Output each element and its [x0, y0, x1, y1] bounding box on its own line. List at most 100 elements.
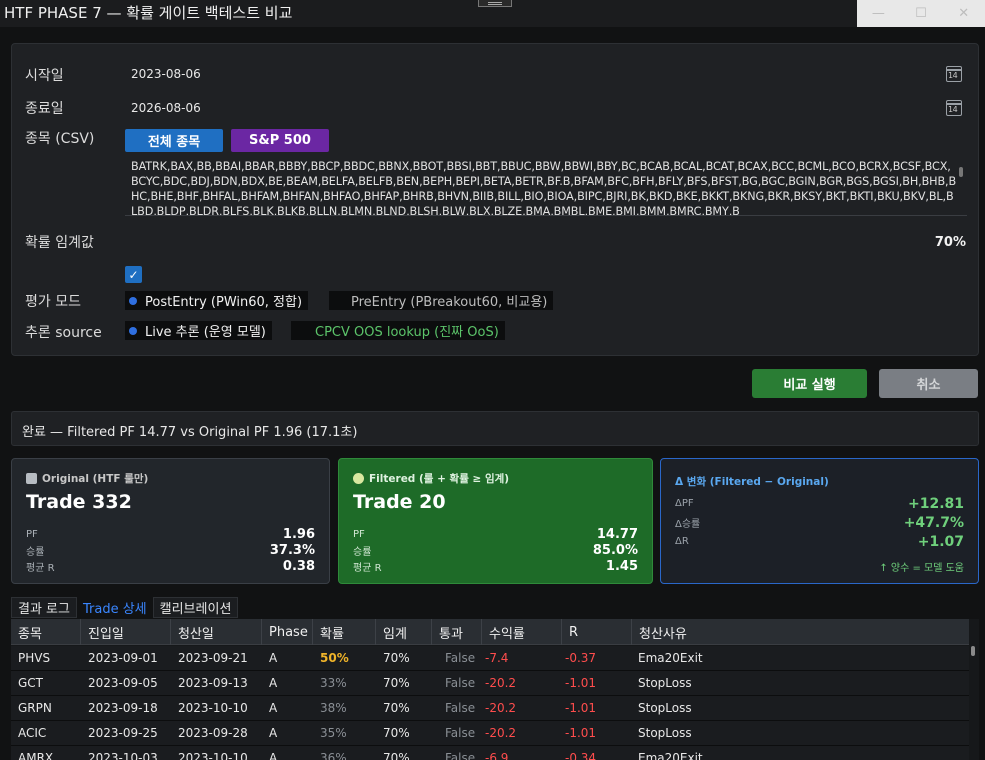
tab-result-log[interactable]: 결과 로그 — [11, 597, 77, 618]
calendar-icon[interactable]: 14 — [946, 66, 962, 82]
cell-entry-date: 2023-10-03 — [88, 751, 158, 760]
radio-preentry-label: PreEntry (PBreakout60, 비교용) — [351, 295, 548, 310]
column-header[interactable]: 임계 — [376, 619, 432, 645]
end-date-field[interactable]: 2026-08-06 — [131, 101, 201, 115]
stat-value: 1.96 — [282, 526, 315, 542]
column-header[interactable]: 통과 — [432, 619, 482, 645]
column-header[interactable]: 청산일 — [171, 619, 262, 645]
column-header[interactable]: R — [562, 619, 632, 645]
delta-row: ΔR +1.07 — [675, 532, 964, 551]
cell-threshold: 70% — [383, 676, 410, 690]
eval-mode-label: 평가 모드 — [25, 294, 81, 310]
delta-key: Δ승률 — [675, 519, 701, 530]
radio-postentry[interactable]: PostEntry (PWin60, 정합) — [125, 291, 309, 310]
table-row[interactable]: ACIC 2023-09-25 2023-09-28 A 35% 70% False -20.… — [11, 721, 969, 746]
stat-row: 평균 R 1.45 — [353, 558, 638, 574]
cell-exit-reason: Ema20Exit — [638, 651, 703, 665]
stat-row: PF 1.96 — [26, 526, 315, 542]
start-date-field[interactable]: 2023-08-06 — [131, 67, 201, 81]
cell-probability: 33% — [320, 676, 347, 690]
stat-value: 0.38 — [282, 558, 315, 574]
cell-probability: 50% — [320, 651, 349, 665]
radio-live-label: Live 추론 (운영 모델) — [145, 325, 266, 340]
cell-threshold: 70% — [383, 751, 410, 760]
cell-exit-reason: StopLoss — [638, 676, 692, 690]
original-header-text: Original (HTF 룰만) — [42, 472, 149, 485]
column-header[interactable]: 확률 — [313, 619, 376, 645]
cell-phase: A — [269, 651, 278, 665]
radio-live[interactable]: Live 추론 (운영 모델) — [125, 321, 272, 340]
cell-exit-reason: StopLoss — [638, 726, 692, 740]
cell-return: -20.2 — [485, 676, 517, 690]
cell-entry-date: 2023-09-01 — [88, 651, 158, 665]
cell-symbol: GRPN — [18, 701, 52, 715]
cell-exit-date: 2023-10-10 — [178, 751, 248, 760]
cell-phase: A — [269, 726, 278, 740]
run-compare-button[interactable]: 비교 실행 — [752, 369, 867, 398]
window-title: HTF PHASE 7 — 확률 게이트 백테스트 비교 — [4, 4, 293, 22]
stat-row: PF 14.77 — [353, 526, 638, 542]
stat-key: 승률 — [26, 546, 45, 558]
cell-entry-date: 2023-09-25 — [88, 726, 158, 740]
cell-pass: False — [445, 651, 476, 665]
end-date-label: 종료일 — [25, 101, 64, 117]
delta-footer-note: ↑ 양수 = 모델 도움 — [879, 563, 964, 574]
cancel-button[interactable]: 취소 — [879, 369, 978, 398]
minimize-icon[interactable]: — — [857, 0, 900, 27]
delta-row: Δ승률 +47.7% — [675, 513, 964, 532]
symbols-csv-text: BATRK,BAX,BB,BBAI,BBAR,BBBY,BBCP,BBDC,BB… — [131, 160, 957, 216]
cell-r: -0.37 — [565, 651, 597, 665]
cell-threshold: 70% — [383, 701, 410, 715]
chart-icon — [26, 472, 37, 484]
filtered-card-header: Filtered (룰 + 확률 ≥ 임계) — [353, 471, 638, 485]
delta-key: ΔPF — [675, 498, 694, 509]
column-header[interactable]: 진입일 — [81, 619, 171, 645]
sp500-button[interactable]: S&P 500 — [231, 129, 329, 152]
radio-cpcv[interactable]: CPCV OOS lookup (진짜 OoS) — [291, 321, 505, 340]
all-symbols-button[interactable]: 전체 종목 — [125, 129, 223, 152]
title-bar: HTF PHASE 7 — 확률 게이트 백테스트 비교 — ☐ ✕ — [0, 0, 985, 27]
cell-symbol: PHVS — [18, 651, 51, 665]
tab-trade-detail[interactable]: Trade 상세 — [77, 597, 153, 618]
maximize-icon[interactable]: ☐ — [900, 0, 943, 27]
tab-calibration[interactable]: 캘리브레이션 — [152, 597, 239, 618]
cell-probability: 36% — [320, 751, 347, 760]
table-row[interactable]: GRPN 2023-09-18 2023-10-10 A 38% 70% False -20.… — [11, 696, 969, 721]
column-header[interactable]: 청산사유 — [632, 619, 969, 645]
window-controls: — ☐ ✕ — [857, 0, 985, 27]
cell-exit-date: 2023-09-13 — [178, 676, 248, 690]
stat-key: PF — [26, 528, 38, 540]
settings-panel: 시작일 2023-08-06 14 종료일 2026-08-06 14 종목 (… — [11, 43, 979, 356]
option-checkbox[interactable]: ✓ — [125, 266, 142, 283]
cell-entry-date: 2023-09-18 — [88, 701, 158, 715]
radio-selected-icon — [129, 326, 137, 335]
calendar-day-text: 14 — [948, 105, 958, 114]
column-header[interactable]: 수익률 — [482, 619, 562, 645]
column-header[interactable]: Phase — [262, 619, 313, 645]
radio-preentry[interactable]: PreEntry (PBreakout60, 비교용) — [329, 291, 554, 310]
stat-key: 평균 R — [26, 562, 55, 574]
table-row[interactable]: GCT 2023-09-05 2023-09-13 A 33% 70% False -20.2… — [11, 671, 969, 696]
cell-pass: False — [445, 676, 476, 690]
cell-exit-date: 2023-09-28 — [178, 726, 248, 740]
cell-phase: A — [269, 701, 278, 715]
stat-value: 1.45 — [605, 558, 638, 574]
close-icon[interactable]: ✕ — [942, 0, 985, 27]
drag-handle-icon[interactable] — [478, 0, 512, 7]
table-scrollbar[interactable] — [971, 646, 975, 656]
csv-scrollbar[interactable] — [959, 167, 963, 177]
filtered-trade-count: Trade 20 — [353, 491, 446, 513]
table-row[interactable]: PHVS 2023-09-01 2023-09-21 A 50% 70% False -7.4… — [11, 646, 969, 671]
symbols-csv-textarea[interactable]: BATRK,BAX,BB,BBAI,BBAR,BBBY,BBCP,BBDC,BB… — [125, 159, 967, 216]
cell-return: -6.9 — [485, 751, 509, 760]
cell-return: -7.4 — [485, 651, 509, 665]
status-bar: 완료 — Filtered PF 14.77 vs Original PF 1.… — [11, 411, 979, 446]
stat-row: 승률 37.3% — [26, 542, 315, 558]
cell-exit-date: 2023-09-21 — [178, 651, 248, 665]
calendar-icon[interactable]: 14 — [946, 100, 962, 116]
column-header[interactable]: 종목 — [11, 619, 81, 645]
cell-symbol: AMRX — [18, 751, 54, 760]
cell-return: -20.2 — [485, 701, 517, 715]
delta-value: +12.81 — [907, 495, 964, 512]
table-row[interactable]: AMRX 2023-10-03 2023-10-10 A 36% 70% False -6.9… — [11, 746, 969, 760]
